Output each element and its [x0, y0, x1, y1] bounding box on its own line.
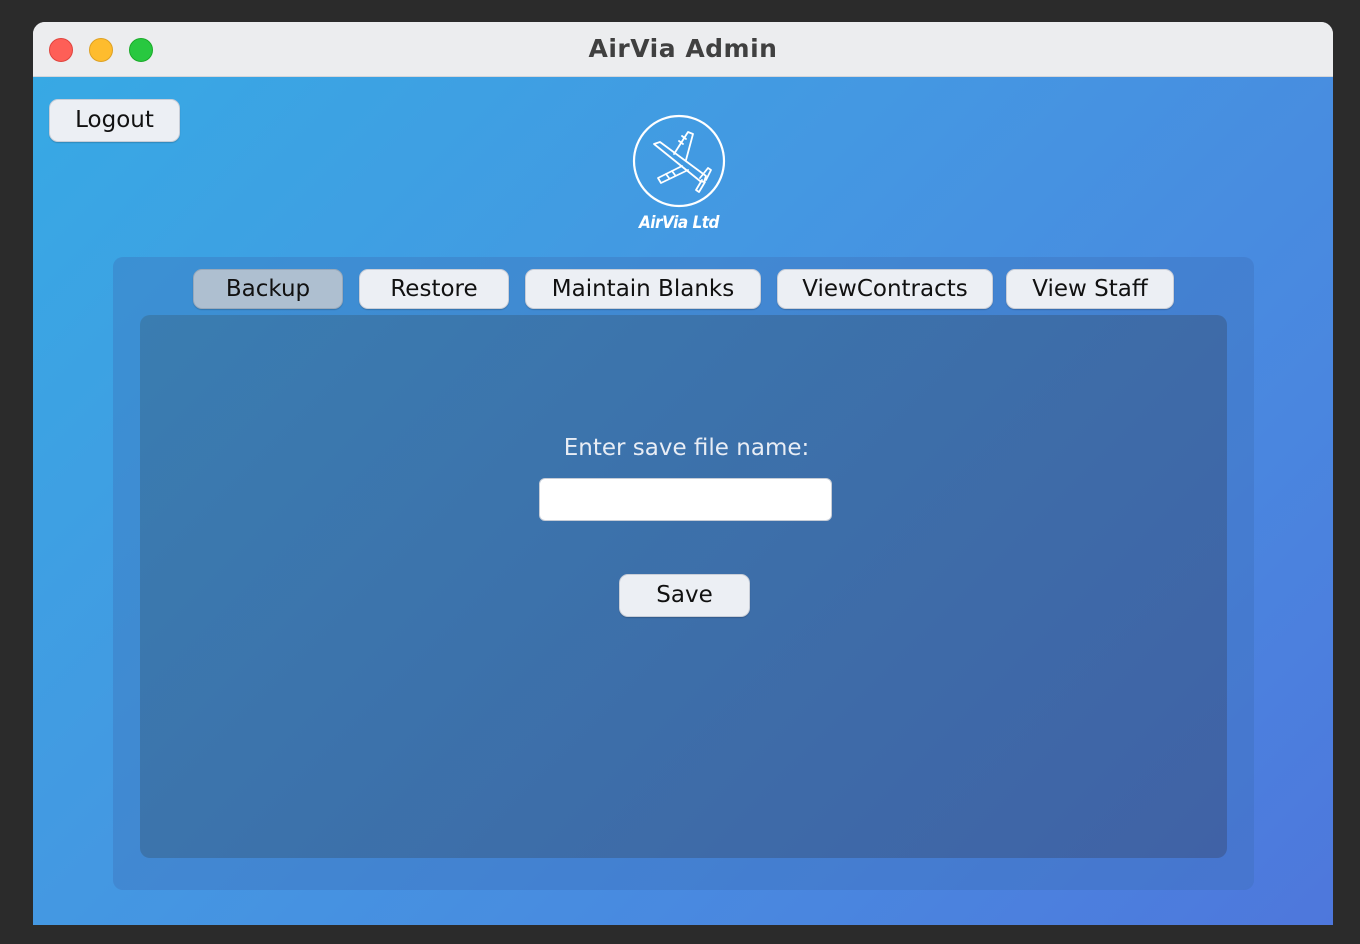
logout-button[interactable]: Logout [49, 99, 180, 142]
window-title: AirVia Admin [588, 34, 778, 63]
tab-view-staff[interactable]: View Staff [1006, 269, 1174, 309]
save-button[interactable]: Save [619, 574, 750, 617]
save-file-prompt: Enter save file name: [563, 435, 810, 461]
app-window: AirVia Admin Logout AirVia Ltd Backup Re… [33, 22, 1333, 925]
company-logo: AirVia Ltd [630, 114, 728, 240]
tab-backup[interactable]: Backup [193, 269, 343, 309]
tab-view-contracts[interactable]: ViewContracts [777, 269, 993, 309]
title-bar: AirVia Admin [33, 22, 1333, 77]
main-content: Logout AirVia Ltd Backup Restore Maintai… [33, 77, 1333, 925]
logo-text: AirVia Ltd [638, 213, 720, 233]
tab-maintain-blanks[interactable]: Maintain Blanks [525, 269, 761, 309]
filename-input[interactable] [539, 478, 832, 521]
tab-restore[interactable]: Restore [359, 269, 509, 309]
tab-pane: Backup Restore Maintain Blanks ViewContr… [113, 257, 1254, 890]
airplane-icon [632, 114, 726, 208]
backup-panel: Enter save file name: Save [140, 315, 1227, 858]
